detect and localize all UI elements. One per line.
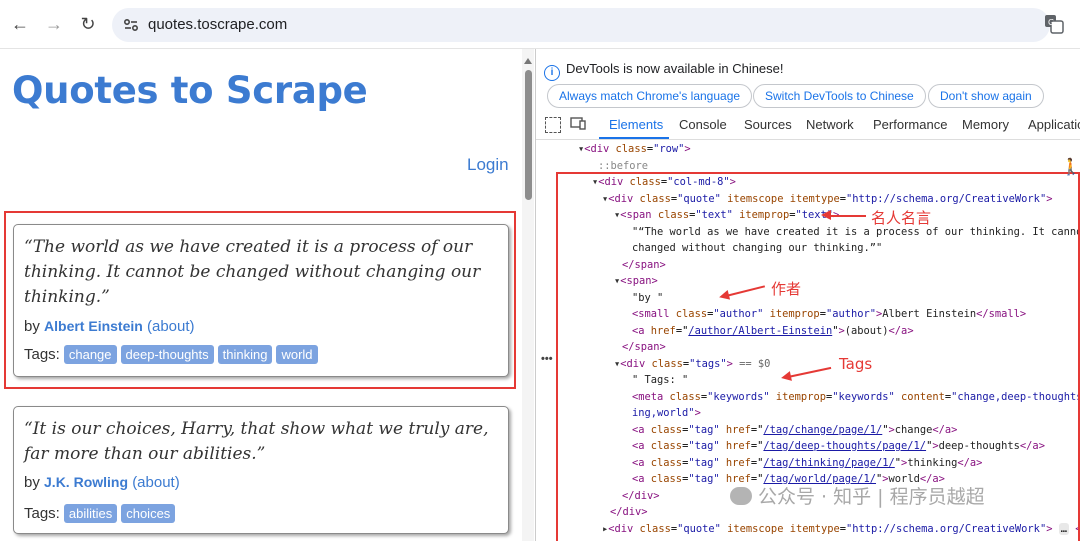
annotation-tags: Tags (839, 355, 873, 373)
notice-text: DevTools is now available in Chinese! (566, 61, 784, 76)
author-name: J.K. Rowling (44, 474, 129, 490)
annotation-quote: 名人名言 (871, 209, 932, 227)
forward-arrow-icon[interactable]: → (42, 12, 66, 36)
switch-to-chinese-button[interactable]: Switch DevTools to Chinese (753, 84, 926, 108)
about-link[interactable]: (about) (132, 474, 180, 491)
annotation-arrow (826, 215, 866, 217)
quote-text: “It is our choices, Harry, that show wha… (24, 419, 489, 464)
login-link[interactable]: Login (467, 155, 509, 175)
arrow-head-icon (780, 371, 792, 383)
quote-tags: Tags: abilities choices (24, 504, 176, 523)
accessibility-icon[interactable]: 🚶 (1061, 157, 1080, 177)
highlight-box-quote (4, 211, 516, 389)
info-icon: i (544, 65, 560, 81)
reload-icon[interactable]: ↻ (76, 12, 100, 36)
scroll-up-arrow-icon[interactable] (524, 58, 532, 64)
element-picker-icon[interactable] (545, 117, 561, 133)
devtools-tabbar: Elements Console Sources Network Perform… (536, 111, 1080, 140)
address-bar[interactable]: quotes.toscrape.com (112, 8, 1050, 42)
tab-elements[interactable]: Elements (609, 117, 663, 132)
tag-link[interactable]: abilities (63, 504, 118, 523)
tab-performance[interactable]: Performance (873, 117, 947, 132)
tab-memory[interactable]: Memory (962, 117, 1009, 132)
tab-network[interactable]: Network (806, 117, 854, 132)
tag-link[interactable]: choices (121, 504, 176, 523)
dom-node-row[interactable]: ▾<div class="row"> (578, 141, 691, 158)
match-language-button[interactable]: Always match Chrome's language (547, 84, 753, 108)
tab-application[interactable]: Applicatio (1028, 117, 1080, 132)
annotation-author: 作者 (771, 280, 802, 298)
url-text[interactable]: quotes.toscrape.com (148, 16, 287, 33)
site-title[interactable]: Quotes to Scrape (12, 69, 368, 112)
devtools-panel: i DevTools is now available in Chinese! A… (535, 49, 1080, 541)
quote-byline: by J.K. Rowling (about) (24, 474, 180, 491)
scroll-thumb[interactable] (525, 70, 532, 200)
watermark-text: 公众号 · 知乎 | 程序员越超 (758, 486, 985, 508)
browser-toolbar: ← → ↻ quotes.toscrape.com G (0, 0, 1080, 49)
tags-label: Tags: (24, 505, 60, 522)
web-page: Quotes to Scrape Login “The world as we … (0, 49, 522, 541)
arrow-head-icon (821, 210, 831, 220)
watermark: 公众号 · 知乎 | 程序员越超 (730, 482, 985, 509)
row-menu-ellipsis[interactable]: ••• (541, 353, 553, 365)
wechat-logo-icon (730, 487, 752, 505)
translate-icon[interactable]: G (1044, 14, 1064, 34)
site-info-icon[interactable] (122, 16, 140, 34)
quote-card-2: “It is our choices, Harry, that show wha… (13, 406, 509, 534)
back-arrow-icon[interactable]: ← (8, 12, 32, 36)
active-tab-indicator (599, 137, 669, 139)
by-label: by (24, 474, 40, 491)
tab-console[interactable]: Console (679, 117, 727, 132)
tab-sources[interactable]: Sources (744, 117, 792, 132)
device-toolbar-icon[interactable] (570, 117, 586, 130)
devtools-notice: i DevTools is now available in Chinese! (544, 61, 784, 81)
dont-show-again-button[interactable]: Don't show again (928, 84, 1044, 108)
svg-text:G: G (1048, 18, 1054, 27)
